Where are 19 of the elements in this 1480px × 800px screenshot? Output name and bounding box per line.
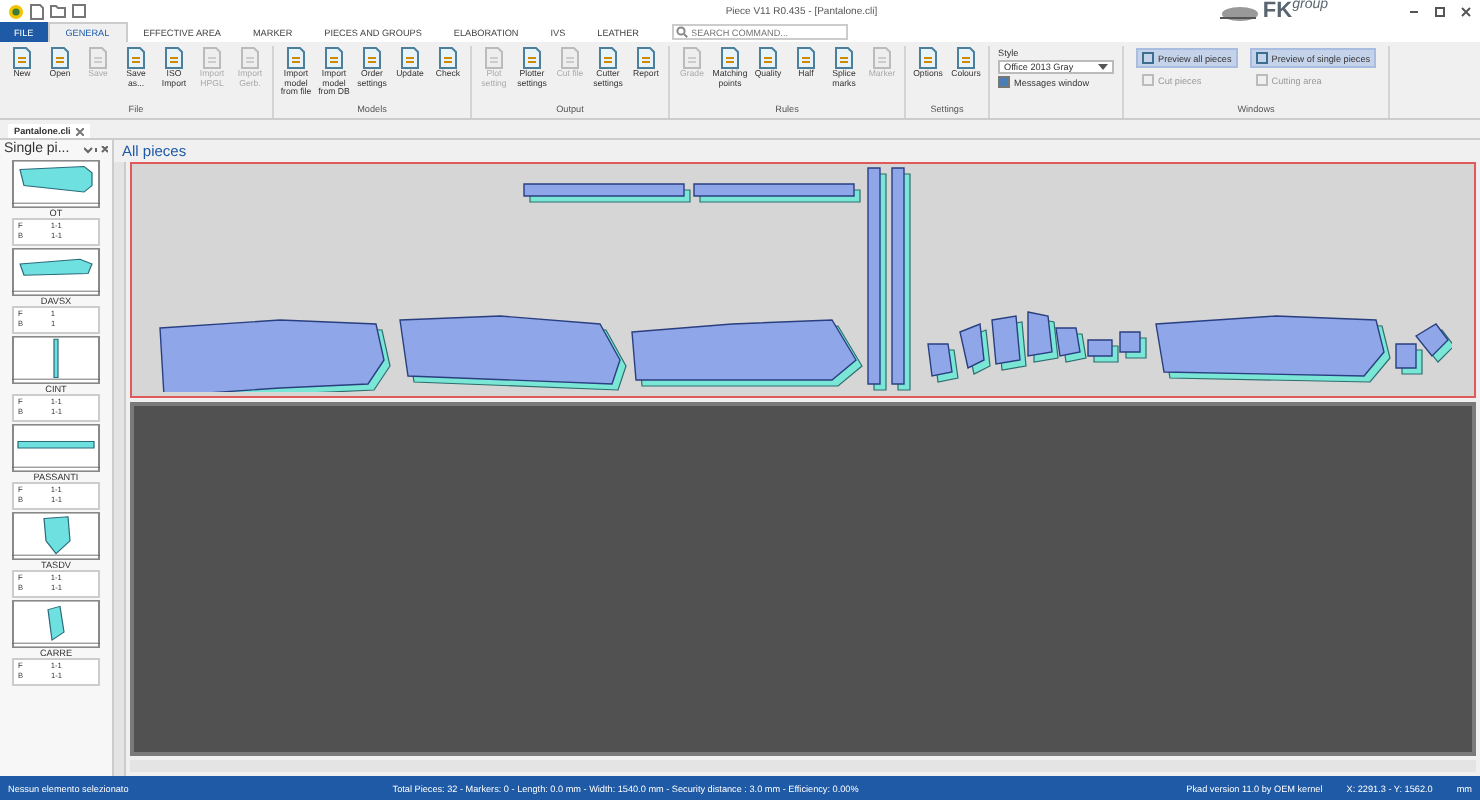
new-file-icon[interactable] xyxy=(30,3,44,19)
piece-thumbnail[interactable] xyxy=(12,424,100,472)
search-icon xyxy=(675,26,688,38)
minimize-icon[interactable] xyxy=(1408,5,1420,17)
brand-logo: FK$^{group}$ xyxy=(1262,0,1328,24)
caret-icon xyxy=(1098,63,1108,71)
folder-icon[interactable] xyxy=(50,4,66,18)
scrollbar[interactable] xyxy=(114,162,126,776)
piece-thumbnail[interactable] xyxy=(12,160,100,208)
piece-thumbnail[interactable] xyxy=(12,512,100,560)
piece-thumbnail[interactable] xyxy=(12,336,100,384)
close-icon[interactable] xyxy=(76,127,85,135)
save-icon[interactable] xyxy=(72,4,86,18)
messages-checkbox[interactable] xyxy=(998,76,1010,88)
piece-thumbnail[interactable] xyxy=(12,248,100,296)
close-icon[interactable] xyxy=(1460,5,1472,17)
restore-icon[interactable] xyxy=(1434,5,1446,17)
app-logo-icon xyxy=(8,3,24,19)
piece-thumbnail[interactable] xyxy=(12,600,100,648)
